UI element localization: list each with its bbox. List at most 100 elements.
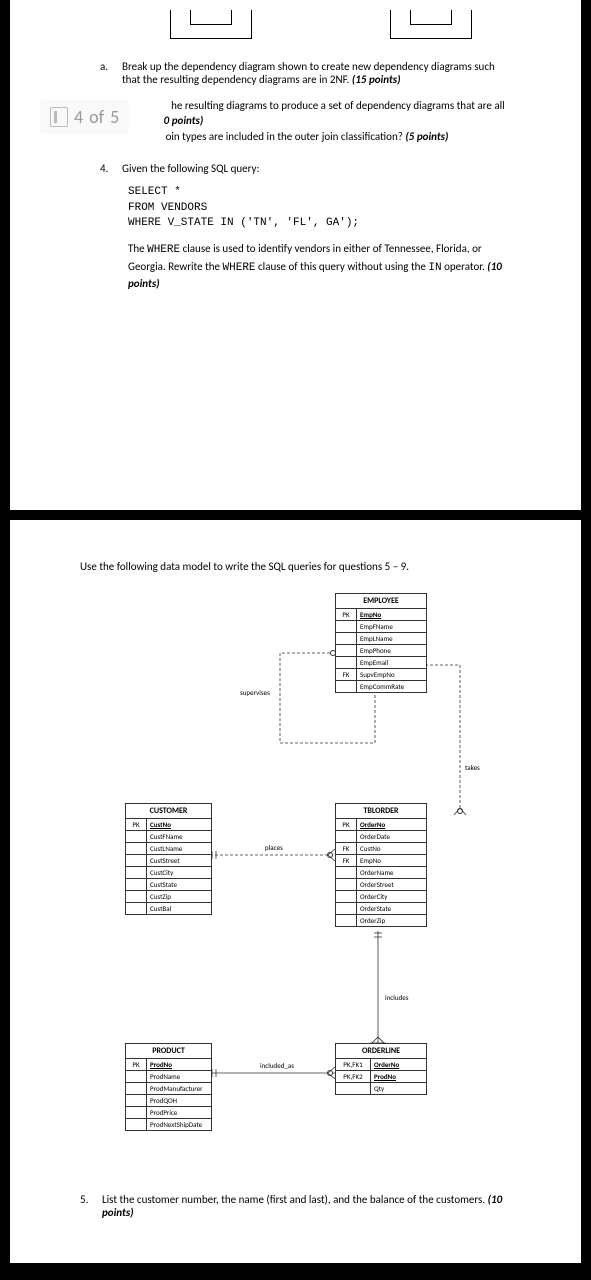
attr-cell: SupvEmpNo [357, 669, 426, 680]
attr-cell: OrderNo [371, 1059, 426, 1070]
code-inline: WHERE [147, 244, 180, 256]
attr-cell: CustStreet [147, 855, 211, 866]
current-page: 4 [74, 106, 83, 128]
key-cell [336, 831, 357, 842]
dependency-diagram-fragment [150, 10, 490, 40]
entity-row: OrderCity [336, 891, 426, 903]
entity-row: CustFName [126, 831, 211, 843]
attr-cell: CustNo [357, 843, 426, 854]
entity-row: ProdPrice [126, 1107, 211, 1119]
attr-cell: EmpNo [357, 855, 426, 866]
entity-body: PKOrderNoOrderDateFKCustNoFKEmpNoOrderNa… [336, 819, 426, 926]
points-label: 0 points) [164, 114, 204, 127]
key-cell [126, 1107, 147, 1118]
item-text: Break up the dependency diagram shown to… [122, 60, 511, 86]
key-cell [126, 879, 147, 890]
key-cell [126, 1119, 147, 1130]
key-cell: FK [336, 669, 357, 680]
entity-body: PKEmpNoEmpFNameEmpLNameEmpPhoneEmpEmailF… [336, 609, 426, 692]
text-part: operator. [442, 260, 488, 273]
key-cell [336, 903, 357, 914]
attr-cell: OrderCity [357, 891, 426, 902]
attr-cell: ProdManufacturer [147, 1083, 211, 1094]
entity-body: PK,FK1OrderNoPK,FK2ProdNoQty [336, 1059, 426, 1094]
question-4: 4. Given the following SQL query: [100, 162, 511, 175]
item-number: 4. [100, 162, 114, 175]
key-cell [126, 843, 147, 854]
page2-content: Use the following data model to write th… [20, 560, 571, 1219]
key-cell [336, 879, 357, 890]
text-part: clause of this query without using the [256, 260, 429, 273]
key-cell [336, 681, 357, 692]
entity-orderline: ORDERLINE PK,FK1OrderNoPK,FK2ProdNoQty [335, 1043, 427, 1095]
entity-row: OrderState [336, 903, 426, 915]
entity-row: EmpPhone [336, 645, 426, 657]
entity-row: PK,FK1OrderNo [336, 1059, 426, 1071]
item-text: List the customer number, the name (firs… [102, 1193, 521, 1219]
key-cell [126, 867, 147, 878]
attr-cell: CustCity [147, 867, 211, 878]
key-cell [336, 657, 357, 668]
entity-row: CustStreet [126, 855, 211, 867]
key-cell: FK [336, 843, 357, 854]
entity-tblorder: TBLORDER PKOrderNoOrderDateFKCustNoFKEmp… [335, 803, 427, 927]
attr-cell: CustBal [147, 903, 211, 914]
attr-cell: Qty [371, 1083, 426, 1094]
attr-cell: EmpEmail [357, 657, 426, 668]
text-part: List the customer number, the name (firs… [102, 1193, 488, 1206]
sidebar-icon [50, 107, 68, 127]
entity-row: FKSupvEmpNo [336, 669, 426, 681]
entity-row: CustBal [126, 903, 211, 914]
attr-cell: ProdQOH [147, 1095, 211, 1106]
entity-row: CustCity [126, 867, 211, 879]
key-cell [336, 645, 357, 656]
entity-row: ProdManufacturer [126, 1083, 211, 1095]
entity-title: PRODUCT [126, 1044, 211, 1059]
question-3c-partial: c. Which join types are included in the … [122, 129, 511, 144]
key-cell: PK [126, 819, 147, 830]
relation-places: places [265, 843, 283, 852]
entity-row: OrderStreet [336, 879, 426, 891]
attr-cell: CustLName [147, 843, 211, 854]
attr-cell: CustNo [147, 819, 211, 830]
entity-row: FKCustNo [336, 843, 426, 855]
document-page-2: Use the following data model to write th… [10, 520, 581, 1263]
entity-body: PKProdNoProdNameProdManufacturerProdQOHP… [126, 1059, 211, 1130]
key-cell: PK [336, 609, 357, 620]
key-cell [126, 1083, 147, 1094]
attr-cell: ProdNextShipDate [147, 1119, 211, 1130]
of-label: of [89, 106, 104, 128]
key-cell [126, 903, 147, 914]
text-part: he resulting diagrams to produce a set o… [171, 99, 505, 112]
entity-row: CustLName [126, 843, 211, 855]
attr-cell: CustFName [147, 831, 211, 842]
text-part: Break up the dependency diagram shown to… [122, 60, 495, 86]
entity-row: EmpLName [336, 633, 426, 645]
attr-cell: ProdPrice [147, 1107, 211, 1118]
attr-cell: EmpPhone [357, 645, 426, 656]
code-inline: IN [428, 262, 441, 274]
attr-cell: EmpNo [357, 609, 426, 620]
entity-row: OrderZip [336, 915, 426, 926]
entity-employee: EMPLOYEE PKEmpNoEmpFNameEmpLNameEmpPhone… [335, 593, 427, 693]
entity-row: PKOrderNo [336, 819, 426, 831]
key-cell [336, 621, 357, 632]
points-label: (15 points) [352, 73, 401, 86]
entity-row: ProdName [126, 1071, 211, 1083]
attr-cell: EmpLName [357, 633, 426, 644]
entity-title: EMPLOYEE [336, 594, 426, 609]
key-cell [336, 915, 357, 926]
key-cell [336, 867, 357, 878]
section-intro: Use the following data model to write th… [80, 560, 521, 573]
entity-body: PKCustNoCustFNameCustLNameCustStreetCust… [126, 819, 211, 914]
attr-cell: OrderZip [357, 915, 426, 926]
relation-supervises: supervises [240, 688, 270, 697]
attr-cell: OrderDate [357, 831, 426, 842]
entity-row: OrderName [336, 867, 426, 879]
attr-cell: OrderStreet [357, 879, 426, 890]
er-diagram: EMPLOYEE PKEmpNoEmpFNameEmpLNameEmpPhone… [80, 593, 540, 1163]
key-cell [336, 891, 357, 902]
item-text: Given the following SQL query: [122, 162, 259, 175]
sql-code-block: SELECT * FROM VENDORS WHERE V_STATE IN (… [128, 185, 511, 231]
page-indicator-overlay: 4 of 5 [40, 100, 129, 134]
